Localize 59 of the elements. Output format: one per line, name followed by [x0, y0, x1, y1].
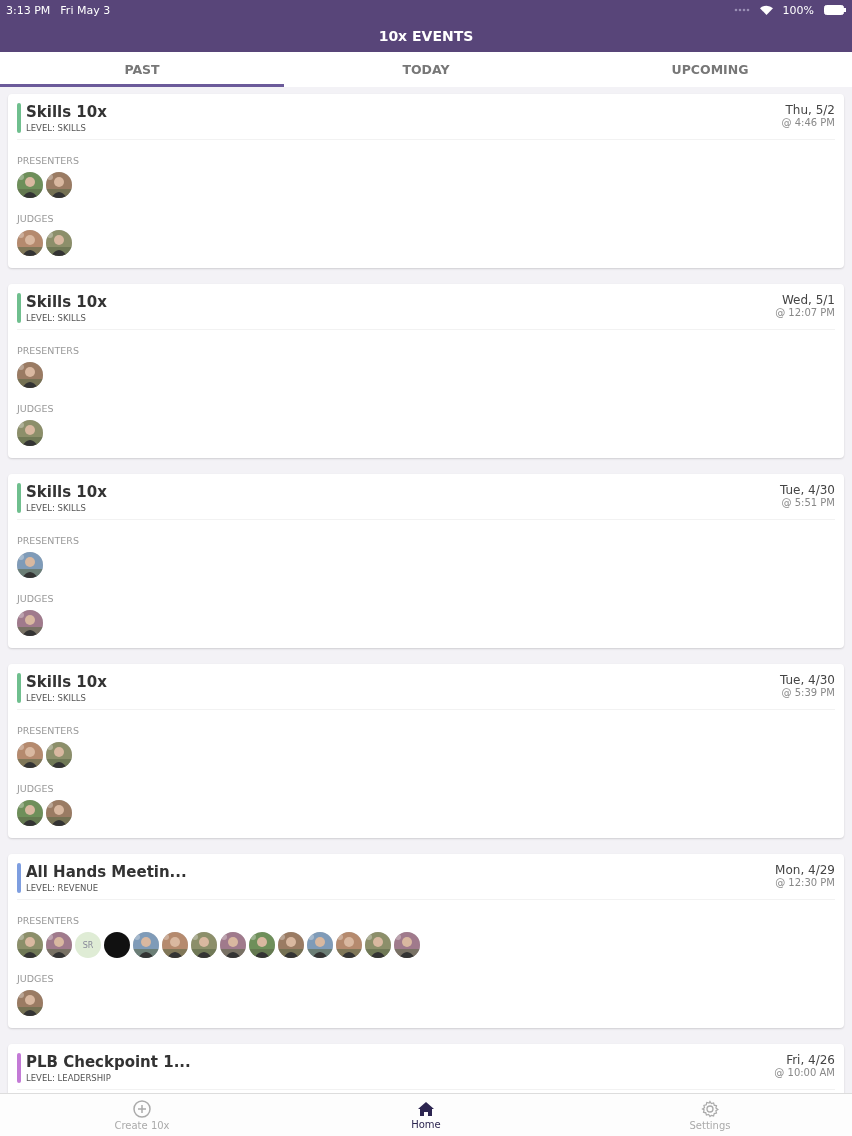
tab[interactable]: TODAY — [284, 52, 568, 87]
event-title: Skills 10x — [26, 483, 108, 501]
event-card[interactable]: Skills 10x LEVEL: SKILLS Thu, 5/2 @ 4:46 PM PRESENTERS JUDGES — [8, 94, 844, 268]
event-level: LEVEL: REVENUE — [26, 883, 99, 893]
event-title: Skills 10x — [26, 103, 108, 121]
event-card[interactable]: Skills 10x LEVEL: SKILLS Tue, 4/30 @ 5:39 PM PRESENTERS JUDGES — [8, 664, 844, 838]
event-date: Mon, 4/29 — [775, 863, 835, 877]
event-date: Tue, 4/30 — [779, 673, 835, 687]
wifi-icon — [759, 5, 773, 15]
event-time: @ 5:51 PM — [781, 497, 835, 508]
section-label: JUDGES — [17, 213, 55, 224]
initials-avatar: SR — [75, 932, 101, 958]
event-title: Skills 10x — [26, 673, 108, 691]
event-level: LEVEL: SKILLS — [26, 313, 87, 323]
tab[interactable]: UPCOMING — [568, 52, 852, 87]
section-label: PRESENTERS — [17, 535, 80, 546]
section-label: PRESENTERS — [17, 915, 80, 926]
nav-label: Settings — [689, 1119, 731, 1131]
signal-icon — [733, 8, 750, 12]
event-title: All Hands Meetin... — [26, 863, 188, 881]
battery-icon — [824, 5, 846, 15]
event-time: @ 4:46 PM — [781, 117, 835, 128]
status-time: 3:13 PM — [6, 3, 51, 17]
section-label: JUDGES — [17, 593, 55, 604]
event-time: @ 10:00 AM — [774, 1067, 835, 1078]
event-level: LEVEL: SKILLS — [26, 503, 87, 513]
tab[interactable]: PAST — [0, 52, 284, 87]
event-level: LEVEL: SKILLS — [26, 693, 87, 703]
event-title: PLB Checkpoint 1... — [26, 1053, 192, 1071]
section-label: JUDGES — [17, 403, 55, 414]
event-card[interactable]: All Hands Meetin... LEVEL: REVENUE Mon, 4/29 @ 12:30 PM PRESENTERS SR JUDGES — [8, 854, 844, 1028]
battery-percent: 100% — [782, 3, 814, 17]
nav-label: Home — [411, 1118, 441, 1130]
event-time: @ 12:30 PM — [775, 877, 835, 888]
event-title: Skills 10x — [26, 293, 108, 311]
event-time: @ 12:07 PM — [775, 307, 835, 318]
event-date: Fri, 4/26 — [786, 1053, 835, 1067]
event-date: Tue, 4/30 — [779, 483, 835, 497]
avatar — [104, 932, 130, 958]
section-label: PRESENTERS — [17, 725, 80, 736]
status-date: Fri May 3 — [60, 3, 111, 17]
nav-tab[interactable]: Home — [284, 1094, 568, 1136]
event-card[interactable]: Skills 10x LEVEL: SKILLS Tue, 4/30 @ 5:51 PM PRESENTERS JUDGES — [8, 474, 844, 648]
add-icon — [133, 1099, 151, 1118]
section-label: JUDGES — [17, 973, 55, 984]
home-icon — [417, 1100, 435, 1117]
section-label: JUDGES — [17, 783, 55, 794]
event-card[interactable]: PLB Checkpoint 1... LEVEL: LEADERSHIP Fri, 4/26 @ 10:00 AM — [8, 1044, 844, 1093]
event-date: Wed, 5/1 — [781, 293, 835, 307]
event-level: LEVEL: LEADERSHIP — [26, 1073, 112, 1083]
event-card[interactable]: Skills 10x LEVEL: SKILLS Wed, 5/1 @ 12:07 PM PRESENTERS JUDGES — [8, 284, 844, 458]
app-title: 10x EVENTS — [377, 27, 475, 46]
section-label: PRESENTERS — [17, 155, 80, 166]
section-label: PRESENTERS — [17, 345, 80, 356]
event-level: LEVEL: SKILLS — [26, 123, 87, 133]
event-time: @ 5:39 PM — [781, 687, 835, 698]
settings-icon — [701, 1099, 719, 1118]
event-date: Thu, 5/2 — [785, 103, 835, 117]
nav-label: Create 10x — [114, 1119, 170, 1131]
